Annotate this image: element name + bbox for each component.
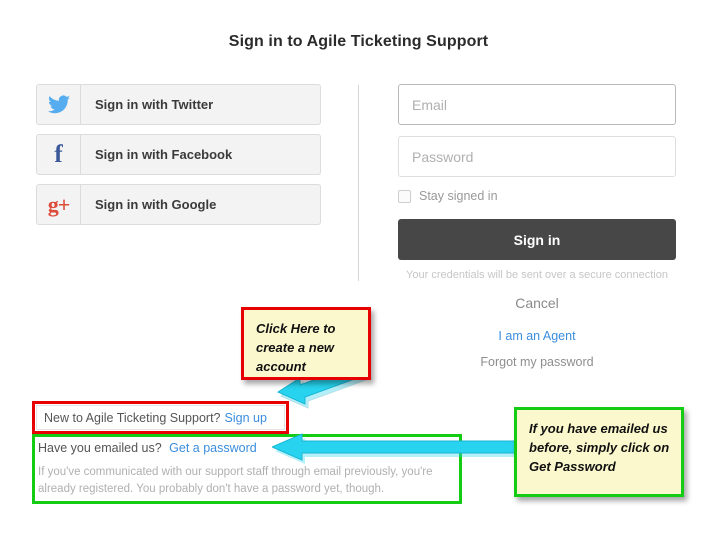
stay-signed-in-row[interactable]: Stay signed in <box>398 189 676 203</box>
signup-prompt-bar: New to Agile Ticketing Support? Sign up <box>36 405 285 430</box>
signin-twitter-label: Sign in with Twitter <box>95 97 214 112</box>
callout-note-signup: Click Here to create a new account <box>241 307 371 380</box>
signin-twitter-button[interactable]: Sign in with Twitter <box>36 84 321 125</box>
emailed-us-section: Have you emailed us? Get a password If y… <box>36 437 461 499</box>
signin-facebook-button[interactable]: f Sign in with Facebook <box>36 134 321 175</box>
get-a-password-link[interactable]: Get a password <box>169 441 257 455</box>
signin-google-label: Sign in with Google <box>95 197 217 212</box>
signup-prompt-text: New to Agile Ticketing Support? <box>44 410 221 425</box>
facebook-glyph: f <box>54 141 63 168</box>
page-title: Sign in to Agile Ticketing Support <box>228 33 489 50</box>
stay-signed-in-label: Stay signed in <box>419 189 498 203</box>
cancel-button[interactable]: Cancel <box>398 295 676 311</box>
stay-signed-in-checkbox[interactable] <box>398 189 411 203</box>
password-field[interactable] <box>398 136 676 177</box>
callout-note-get-password: If you have emailed us before, simply cl… <box>514 407 684 497</box>
facebook-icon: f <box>37 135 81 174</box>
social-signin-group: Sign in with Twitter f Sign in with Face… <box>36 84 321 234</box>
signin-form: Stay signed in Sign in Your credentials … <box>398 84 676 369</box>
emailed-us-help-text: If you've communicated with our support … <box>38 466 433 495</box>
google-plus-icon: g+ <box>37 185 81 224</box>
agent-signin-link[interactable]: I am an Agent <box>398 329 676 343</box>
emailed-us-row: Have you emailed us? Get a password <box>38 441 453 455</box>
secure-connection-note: Your credentials will be sent over a sec… <box>406 269 668 281</box>
column-divider <box>358 85 359 281</box>
forgot-password-link[interactable]: Forgot my password <box>398 355 676 369</box>
google-plus-glyph: g+ <box>47 191 71 217</box>
email-field[interactable] <box>398 84 676 125</box>
signin-facebook-label: Sign in with Facebook <box>95 147 233 162</box>
signin-google-button[interactable]: g+ Sign in with Google <box>36 184 321 225</box>
twitter-icon <box>37 85 81 124</box>
signup-link[interactable]: Sign up <box>225 411 267 425</box>
signin-button[interactable]: Sign in <box>398 219 676 260</box>
emailed-us-prompt: Have you emailed us? <box>38 441 162 455</box>
